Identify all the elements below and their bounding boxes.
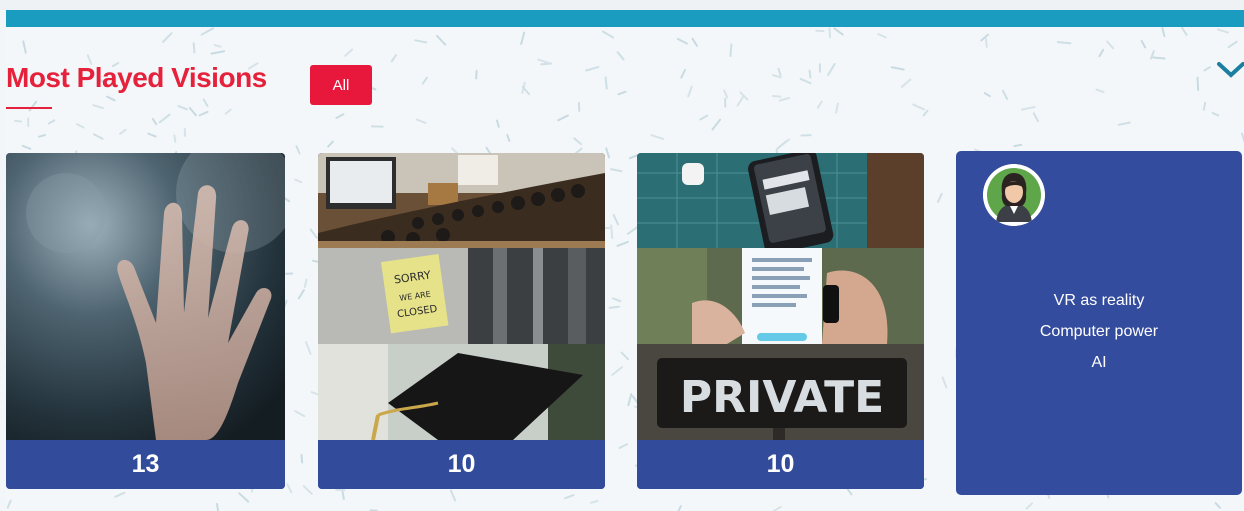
profile-line: Computer power	[1039, 323, 1159, 340]
vision-card[interactable]: 13	[6, 153, 285, 489]
hand-on-glass-image	[6, 153, 285, 440]
browser-frame	[0, 0, 1244, 10]
title-underline	[6, 107, 52, 109]
profile-line: VR as reality	[1053, 292, 1145, 309]
profile-lines: VR as reality Computer power AI	[956, 285, 1242, 378]
profile-line: AI	[1091, 354, 1107, 371]
section-title: Most Played Visions	[6, 62, 267, 93]
collage-image: PRIVATE	[637, 153, 924, 440]
filter-all-button[interactable]: All	[310, 65, 372, 105]
profile-card[interactable]: VR as reality Computer power AI	[956, 151, 1242, 495]
play-count: 10	[637, 440, 924, 489]
header-bar	[6, 10, 1244, 27]
chevron-down-icon[interactable]	[1214, 58, 1244, 82]
svg-text:PRIVATE: PRIVATE	[680, 372, 884, 423]
woman-avatar-icon	[983, 164, 1045, 226]
collage-image: SORRY WE ARE CLOSED	[318, 153, 605, 440]
vision-card[interactable]: PRIVATE 10	[637, 153, 924, 489]
play-count: 10	[318, 440, 605, 489]
play-count: 13	[6, 440, 285, 489]
vision-card[interactable]: SORRY WE ARE CLOSED 10	[318, 153, 605, 489]
